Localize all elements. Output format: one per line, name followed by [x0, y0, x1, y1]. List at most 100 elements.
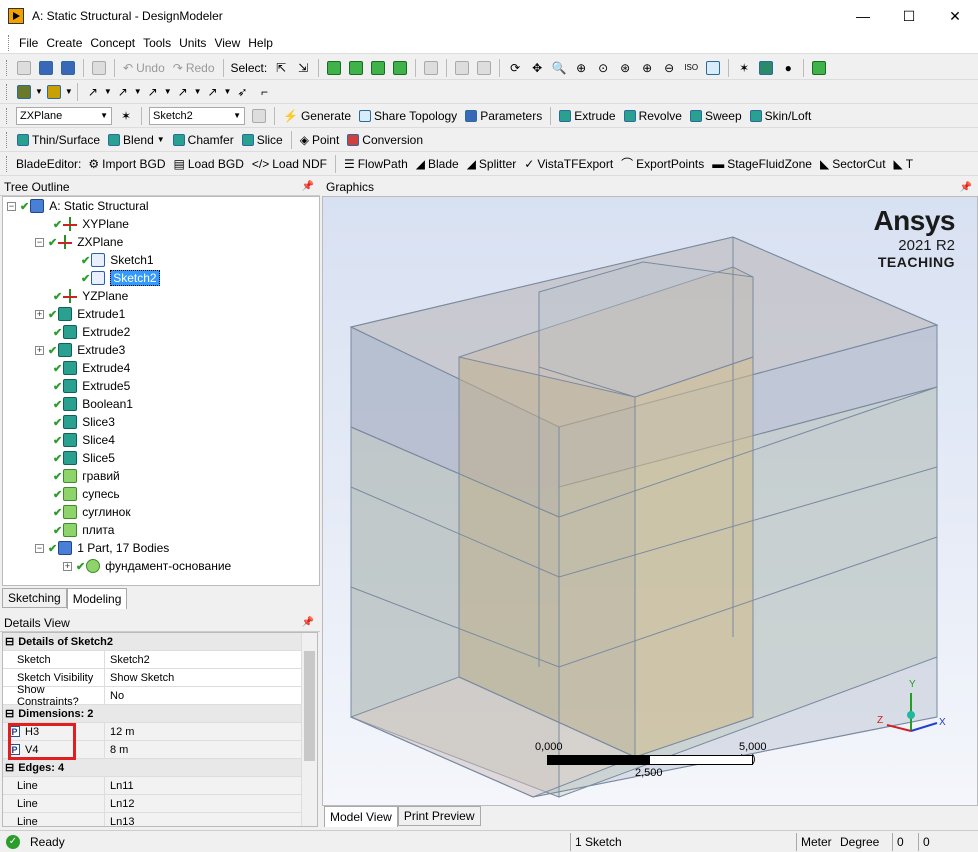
pan-icon[interactable]: ✥	[527, 58, 547, 78]
menu-view[interactable]: View	[210, 36, 244, 50]
details-scrollbar[interactable]	[301, 633, 317, 826]
new-icon[interactable]	[14, 58, 34, 78]
tree-item-extrude4[interactable]: ✔ Extrude4	[53, 359, 130, 377]
tree-item-slice4[interactable]: ✔ Slice4	[53, 431, 115, 449]
dimension-value[interactable]: 12 m	[105, 723, 301, 740]
select-mode-icon[interactable]: ⇲	[293, 58, 313, 78]
zoom-icon[interactable]: 🔍	[549, 58, 569, 78]
point-button[interactable]: ◈ Point	[296, 130, 344, 150]
select-all-icon[interactable]	[452, 58, 472, 78]
tree-item-sketch1[interactable]: ✔ Sketch1	[81, 251, 154, 269]
truncated-button[interactable]: ◣ T	[890, 154, 918, 174]
blend-button[interactable]: Blend ▼	[104, 130, 169, 150]
redo-button[interactable]: ↷ Redo	[169, 58, 219, 78]
thin-surface-button[interactable]: Thin/Surface	[13, 130, 104, 150]
collapse-icon[interactable]: −	[35, 237, 44, 247]
zoom-out-icon[interactable]: ⊖	[659, 58, 679, 78]
stage-fluid-zone-button[interactable]: ▬ StageFluidZone	[708, 154, 816, 174]
details-row[interactable]: Sketch Sketch2	[3, 651, 301, 669]
edge-coloring-icon[interactable]	[809, 58, 829, 78]
tree-item-xyplane[interactable]: ✔ XYPlane	[53, 215, 129, 233]
details-section-header[interactable]: ⊟ Edges: 4	[3, 759, 301, 777]
chamfer-button[interactable]: Chamfer	[169, 130, 238, 150]
splitter-button[interactable]: ◢ Splitter	[463, 154, 521, 174]
edge-row[interactable]: Line Ln12	[3, 795, 301, 813]
parameters-button[interactable]: Parameters	[461, 106, 546, 126]
display-model-icon[interactable]: ↗	[173, 82, 193, 102]
tree-item-root[interactable]: − ✔ A: Static Structural	[7, 197, 149, 215]
select-edge-icon[interactable]	[346, 58, 366, 78]
triad-icon[interactable]: ✶	[734, 58, 754, 78]
tab-print-preview[interactable]: Print Preview	[397, 806, 481, 826]
new-sketch-icon[interactable]	[249, 106, 269, 126]
expand-icon[interactable]: +	[63, 561, 72, 571]
menu-file[interactable]: File	[15, 36, 42, 50]
vista-tf-export-button[interactable]: ✓ VistaTFExport	[520, 154, 617, 174]
extend-selection-icon[interactable]	[421, 58, 441, 78]
tree-item-yzplane[interactable]: ✔ YZPlane	[53, 287, 128, 305]
blade-button[interactable]: ◢ Blade	[412, 154, 463, 174]
skin-loft-button[interactable]: Skin/Loft	[746, 106, 816, 126]
tree-item-loam[interactable]: ✔ суглинок	[53, 503, 131, 521]
undo-button[interactable]: ↶ Undo	[119, 58, 169, 78]
maximize-button[interactable]: ☐	[886, 0, 932, 32]
zoom-box-icon[interactable]: ⊕	[571, 58, 591, 78]
tree-item-gravel[interactable]: ✔ гравий	[53, 467, 120, 485]
tab-sketching[interactable]: Sketching	[2, 588, 67, 608]
flowpath-button[interactable]: ☰ FlowPath	[340, 154, 412, 174]
expand-icon[interactable]: +	[35, 345, 44, 355]
collapse-icon[interactable]: ⊟	[5, 707, 14, 720]
new-plane-icon[interactable]: ⌐	[254, 82, 274, 102]
menu-create[interactable]: Create	[42, 36, 86, 50]
tree-item-slab[interactable]: ✔ плита	[53, 521, 114, 539]
chevron-down-icon[interactable]: ▼	[194, 87, 202, 96]
graphics-viewport[interactable]: Ansys 2021 R2 TEACHING 0,000 5,000 (m) 2…	[322, 196, 978, 806]
select-point-icon[interactable]: ⇱	[271, 58, 291, 78]
share-topology-button[interactable]: Share Topology	[355, 106, 461, 126]
rotate-icon[interactable]: ⟳	[505, 58, 525, 78]
collapse-icon[interactable]: ⊟	[5, 761, 14, 774]
iso-view-icon[interactable]: ISO	[681, 58, 701, 78]
edge-direction-icon[interactable]: ↗	[83, 82, 103, 102]
details-section-header[interactable]: ⊟ Details of Sketch2	[3, 633, 301, 651]
chevron-down-icon[interactable]: ▼	[35, 87, 43, 96]
chevron-down-icon[interactable]: ▼	[65, 87, 73, 96]
select-body-icon[interactable]	[390, 58, 410, 78]
plane-select[interactable]: ZXPlane ▼	[16, 106, 112, 125]
select-vertex-icon[interactable]	[324, 58, 344, 78]
look-at-icon[interactable]: ➶	[232, 82, 252, 102]
display-plane-icon[interactable]: ↗	[203, 82, 223, 102]
scrollbar-thumb[interactable]	[304, 651, 315, 761]
chevron-down-icon[interactable]: ▼	[134, 87, 142, 96]
zoom-fit-icon[interactable]: ⊙	[593, 58, 613, 78]
zoom-in-icon[interactable]: ⊕	[637, 58, 657, 78]
import-bgd-button[interactable]: ⚙ Import BGD	[84, 154, 169, 174]
sketch-select[interactable]: Sketch2 ▼	[149, 106, 245, 125]
minimize-button[interactable]: —	[840, 0, 886, 32]
new-plane-icon[interactable]: ✶	[116, 106, 136, 126]
menu-units[interactable]: Units	[175, 36, 210, 50]
screenshot-camera-icon[interactable]	[89, 58, 109, 78]
save-as-icon[interactable]	[58, 58, 78, 78]
tree-item-sandy-loam[interactable]: ✔ супесь	[53, 485, 120, 503]
tab-modeling[interactable]: Modeling	[66, 588, 128, 609]
edge-row[interactable]: Line Ln11	[3, 777, 301, 795]
slice-button[interactable]: Slice	[238, 130, 287, 150]
collapse-icon[interactable]: ⊟	[5, 635, 14, 648]
magnifier-icon[interactable]: ⊛	[615, 58, 635, 78]
edge-joints-icon[interactable]: ↗	[113, 82, 133, 102]
tree-item-extrude5[interactable]: ✔ Extrude5	[53, 377, 130, 395]
tree-item-extrude2[interactable]: ✔ Extrude2	[53, 323, 130, 341]
edge-color-icon[interactable]	[44, 82, 64, 102]
expand-icon[interactable]: +	[35, 309, 44, 319]
tab-model-view[interactable]: Model View	[324, 806, 398, 827]
tree-item-slice3[interactable]: ✔ Slice3	[53, 413, 115, 431]
display-toggle-icon[interactable]	[703, 58, 723, 78]
sweep-button[interactable]: Sweep	[686, 106, 746, 126]
load-ndf-button[interactable]: </> Load NDF	[248, 154, 331, 174]
pin-icon[interactable]: 📌	[302, 181, 314, 192]
tree-item-sketch2[interactable]: ✔ Sketch2	[81, 269, 160, 287]
tree-item-extrude3[interactable]: + ✔ Extrude3	[35, 341, 125, 359]
revolve-button[interactable]: Revolve	[620, 106, 686, 126]
tree-item-boolean1[interactable]: ✔ Boolean1	[53, 395, 133, 413]
